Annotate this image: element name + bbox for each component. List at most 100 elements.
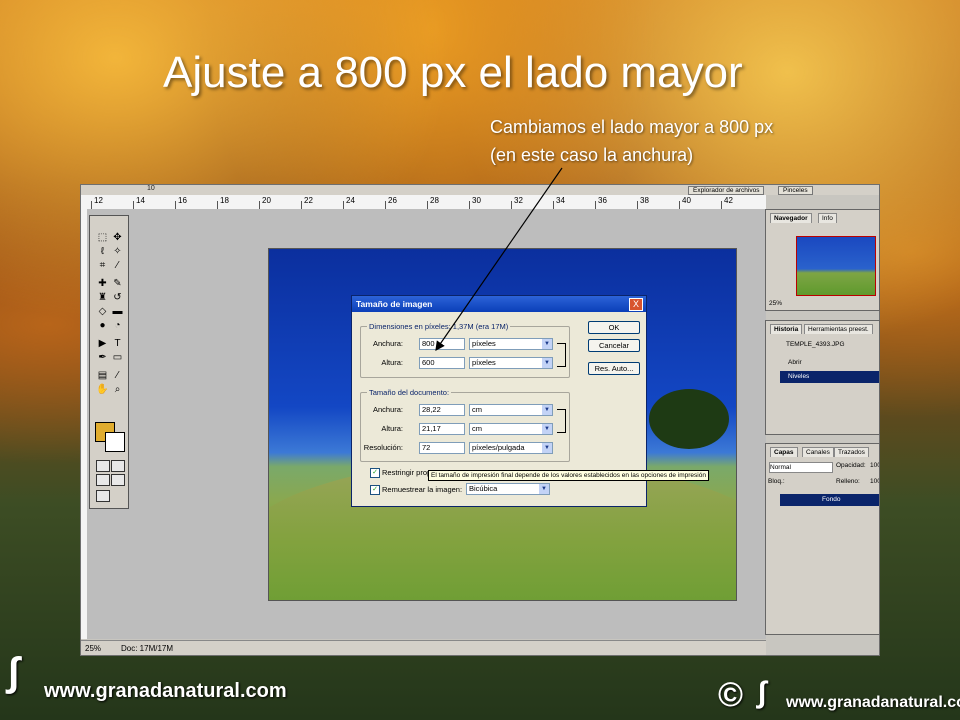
ruler-tick (679, 201, 680, 209)
lock-label: Bloq.: (768, 478, 785, 485)
resample-method: Bicúbica (469, 484, 498, 493)
path-selection-icon[interactable]: ▶ (96, 338, 109, 350)
healing-brush-icon[interactable]: ✚ (96, 278, 109, 290)
width-label: Anchura: (372, 339, 403, 348)
zoom-level[interactable]: 25% (85, 644, 101, 653)
resample-label: Remuestrear la imagen: (382, 485, 463, 494)
options-value[interactable]: 10 (147, 185, 155, 192)
history-brush-icon[interactable]: ↺ (111, 292, 124, 304)
resample-checkbox[interactable]: ✓ (370, 485, 380, 495)
toolbox: ⬚ ✥ ℓ ✧ ⌗ ⁄ ✚ ✎ ♜ ↺ ◇ ▬ ● ◔ ▶ T ✒ ▭ ▤ ⁄ … (89, 215, 129, 509)
link-icon (557, 343, 566, 367)
opacity-value[interactable]: 100 (870, 460, 879, 472)
stamp-tool-icon[interactable]: ♜ (96, 292, 109, 304)
width-input[interactable]: 800 (419, 338, 465, 350)
doc-width-label: Anchura: (372, 405, 403, 414)
doc-width-input[interactable]: 28,22 (419, 404, 465, 416)
horizontal-ruler: 12 14 16 18 20 22 24 26 28 30 32 34 36 38 40 42 (81, 195, 766, 210)
tab-actions[interactable]: Herramientas preest. (804, 324, 873, 334)
doc-height-unit-select[interactable]: cm ▼ (469, 423, 553, 435)
ruler-number: 24 (346, 196, 355, 205)
standard-mode-icon[interactable] (96, 460, 110, 472)
crop-tool-icon[interactable]: ⌗ (96, 260, 109, 272)
resample-method-select[interactable]: Bicúbica ▼ (466, 483, 550, 495)
annotation: Cambiamos el lado mayor a 800 px (en est… (490, 113, 773, 169)
full-screen-icon[interactable] (111, 474, 125, 486)
resolution-unit-select[interactable]: píxeles/pulgada ▼ (469, 442, 553, 454)
ruler-tick (343, 201, 344, 209)
magic-wand-icon[interactable]: ✧ (111, 246, 124, 258)
resolution-label: Resolución: (363, 443, 403, 452)
blend-mode-select[interactable]: Normal (769, 462, 833, 473)
ruler-number: 32 (514, 196, 523, 205)
ruler-tick (637, 201, 638, 209)
logo-mark-right: ∫ (758, 676, 767, 709)
hand-tool-icon[interactable]: ✋ (96, 384, 109, 396)
dodge-tool-icon[interactable]: ◔ (111, 320, 124, 332)
brushes-tab[interactable]: Pinceles (778, 186, 813, 195)
ruler-number: 26 (388, 196, 397, 205)
slice-tool-icon[interactable]: ⁄ (111, 260, 124, 272)
tab-info[interactable]: Info (818, 213, 837, 223)
pixel-dimensions-label: Dimensiones en píxeles: 1,37M (era 17M) (367, 322, 511, 331)
pixel-dimensions-group: Dimensiones en píxeles: 1,37M (era 17M) … (360, 322, 570, 378)
move-tool-icon[interactable]: ✥ (111, 232, 124, 244)
jump-to-imageready-icon[interactable] (96, 490, 110, 502)
constrain-checkbox[interactable]: ✓ (370, 468, 380, 478)
fill-value[interactable]: 100 (870, 476, 879, 488)
height-unit-select[interactable]: píxeles ▼ (469, 357, 553, 369)
blur-tool-icon[interactable]: ● (96, 320, 109, 332)
shape-tool-icon[interactable]: ▭ (111, 352, 124, 364)
ruler-number: 40 (682, 196, 691, 205)
ruler-number: 12 (94, 196, 103, 205)
resolution-input[interactable]: 72 (419, 442, 465, 454)
opacity-label: Opacidad: (836, 462, 866, 469)
history-item-levels[interactable]: Niveles (780, 371, 879, 383)
gradient-tool-icon[interactable]: ▬ (111, 306, 124, 318)
ruler-tick (553, 201, 554, 209)
width-unit-select[interactable]: píxeles ▼ (469, 338, 553, 350)
eraser-tool-icon[interactable]: ◇ (96, 306, 109, 318)
navigator-zoom[interactable]: 25% (769, 300, 782, 307)
tab-navigator[interactable]: Navegador (770, 213, 812, 223)
auto-button[interactable]: Res. Auto... (588, 362, 640, 375)
height-input[interactable]: 600 (419, 357, 465, 369)
ok-button[interactable]: OK (588, 321, 640, 334)
type-tool-icon[interactable]: T (111, 338, 124, 350)
tab-layers[interactable]: Capas (770, 447, 798, 457)
ruler-tick (427, 201, 428, 209)
tab-channels[interactable]: Canales (802, 447, 834, 457)
navigator-preview[interactable] (796, 236, 876, 296)
height-unit: píxeles (472, 358, 496, 367)
ruler-tick (721, 201, 722, 209)
history-snapshot[interactable]: TEMPLE_4393.JPG (786, 339, 845, 351)
doc-height-input[interactable]: 21,17 (419, 423, 465, 435)
screen-mode-icon[interactable] (96, 474, 110, 486)
doc-size: Doc: 17M/17M (121, 644, 174, 653)
zoom-tool-icon[interactable]: ⌕ (111, 384, 124, 396)
link-icon (557, 409, 566, 433)
pen-tool-icon[interactable]: ✒ (96, 352, 109, 364)
brush-tool-icon[interactable]: ✎ (111, 278, 124, 290)
close-icon[interactable]: X (629, 298, 643, 311)
doc-width-unit-select[interactable]: cm ▼ (469, 404, 553, 416)
doc-height-unit: cm (472, 424, 482, 433)
fill-label: Relleno: (836, 478, 860, 485)
height-label: Altura: (381, 358, 403, 367)
layers-palette: Capas Canales Trazados Normal Opacidad: … (765, 443, 880, 635)
cancel-button[interactable]: Cancelar (588, 339, 640, 352)
tab-history[interactable]: Historia (770, 324, 803, 334)
notes-tool-icon[interactable]: ▤ (96, 370, 109, 382)
background-color-swatch[interactable] (105, 432, 125, 452)
quick-mask-icon[interactable] (111, 460, 125, 472)
lasso-tool-icon[interactable]: ℓ (96, 246, 109, 258)
copyright-icon: © (718, 676, 744, 714)
doc-width-unit: cm (472, 405, 482, 414)
history-item-open[interactable]: Abrir (788, 357, 802, 369)
slide-title: Ajuste a 800 px el lado mayor (163, 48, 743, 97)
marquee-tool-icon[interactable]: ⬚ (96, 232, 109, 244)
layer-row-background[interactable]: Fondo (780, 494, 879, 506)
eyedropper-tool-icon[interactable]: ⁄ (111, 370, 124, 382)
file-browser-tab[interactable]: Explorador de archivos (688, 186, 765, 195)
tab-paths[interactable]: Trazados (834, 447, 869, 457)
